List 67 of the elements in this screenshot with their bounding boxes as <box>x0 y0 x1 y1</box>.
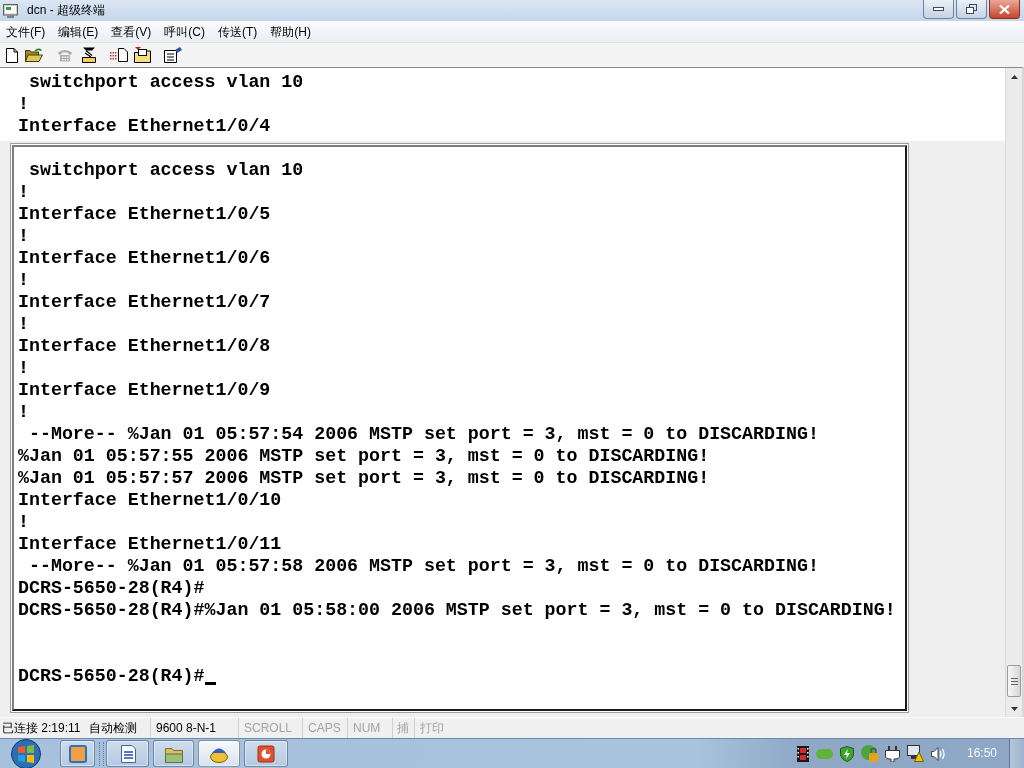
status-text: 自动检测 <box>88 720 138 737</box>
show-desktop-button[interactable] <box>1009 739 1024 768</box>
speaker-icon[interactable] <box>930 746 946 761</box>
network-warning-icon[interactable] <box>906 745 924 762</box>
film-strip-icon[interactable] <box>796 745 809 762</box>
terminal-line: Interface Ethernet1/0/8 <box>18 335 272 357</box>
terminal-line: ! <box>18 313 30 335</box>
terminal-line: switchport access vlan 10 <box>27 159 305 181</box>
menu-item[interactable]: 传送(T) <box>212 22 264 41</box>
terminal-line: ! <box>18 269 30 291</box>
document-icon <box>118 744 137 763</box>
restore-button[interactable] <box>956 0 987 19</box>
terminal-line: ! <box>18 181 30 203</box>
menu-item[interactable]: 呼叫(C) <box>158 22 211 41</box>
taskbar-button[interactable] <box>60 740 95 767</box>
handset-icon[interactable] <box>82 47 96 63</box>
minimize-button[interactable] <box>923 0 954 19</box>
close-icon <box>999 4 1010 14</box>
minimize-icon <box>933 7 944 11</box>
terminal-line: Interface Ethernet1/0/11 <box>18 533 283 555</box>
window-title: dcn - 超级终端 <box>27 3 105 18</box>
terminal-icon <box>3 3 18 18</box>
terminal-line: --More-- %Jan 01 05:57:58 2006 MSTP set port = 3, mst = 0 to DISCARDING! <box>27 555 820 577</box>
terminal-line: switchport access vlan 10 <box>27 71 305 93</box>
menu-item[interactable]: 文件(F) <box>0 22 52 41</box>
menu-item[interactable]: 编辑(E) <box>52 22 105 41</box>
taskbar-button[interactable] <box>198 740 240 767</box>
folder-arrow-icon[interactable] <box>134 47 151 63</box>
terminal-line: %Jan 01 05:57:57 2006 MSTP set port = 3, mst = 0 to DISCARDING! <box>18 467 711 489</box>
terminal-line: Interface Ethernet1/0/6 <box>18 247 272 269</box>
terminal-line: DCRS-5650-28(R4)#%Jan 01 05:58:00 2006 MSTP set port = 3, mst = 0 to DISCARDING! <box>18 599 897 621</box>
dotted-document-icon[interactable] <box>110 48 128 62</box>
terminal-line: ! <box>18 225 30 247</box>
pie-chart-icon <box>257 744 275 763</box>
text-cursor <box>204 682 216 685</box>
menu-item[interactable]: 查看(V) <box>105 22 158 41</box>
menu-item[interactable]: 帮助(H) <box>264 22 317 41</box>
globe-lock-icon[interactable] <box>860 745 878 762</box>
terminal-line: Interface Ethernet1/0/9 <box>18 379 272 401</box>
status-text: 已连接 2:19:11 <box>1 720 82 737</box>
scroll-thumb[interactable] <box>1007 665 1021 697</box>
taskbar-button[interactable] <box>153 740 194 767</box>
terminal-line: Interface Ethernet1/0/5 <box>18 203 272 225</box>
terminal-line: %Jan 01 05:57:55 2006 MSTP set port = 3, mst = 0 to DISCARDING! <box>18 445 711 467</box>
terminal-line: DCRS-5650-28(R4)# <box>18 577 206 599</box>
app-window-icon <box>68 744 87 763</box>
close-button[interactable] <box>989 0 1020 19</box>
up-arrow-icon <box>1010 74 1018 79</box>
terminal-prompt: DCRS-5650-28(R4)# <box>18 665 205 687</box>
open-folder-icon[interactable] <box>25 48 43 62</box>
terminal-line: Interface Ethernet1/0/4 <box>18 115 272 137</box>
taskbar-button[interactable] <box>106 740 149 767</box>
power-plug-icon[interactable] <box>884 745 900 762</box>
shield-icon[interactable] <box>839 745 854 762</box>
terminal-line: Interface Ethernet1/0/10 <box>18 489 283 511</box>
terminal-line: --More-- %Jan 01 05:57:54 2006 MSTP set port = 3, mst = 0 to DISCARDING! <box>27 423 820 445</box>
checklist-document-icon[interactable] <box>164 47 182 63</box>
new-document-icon[interactable] <box>6 47 18 63</box>
terminal-line: ! <box>18 357 30 379</box>
terminal-line: ! <box>18 93 30 115</box>
down-arrow-icon <box>1010 706 1018 711</box>
terminal-line: ! <box>18 401 30 423</box>
taskbar-button[interactable] <box>244 740 288 767</box>
vertical-scrollbar[interactable] <box>1005 68 1022 717</box>
terminal-line: ! <box>18 511 30 533</box>
terminal-line: Interface Ethernet1/0/7 <box>18 291 272 313</box>
restore-icon <box>966 4 977 14</box>
